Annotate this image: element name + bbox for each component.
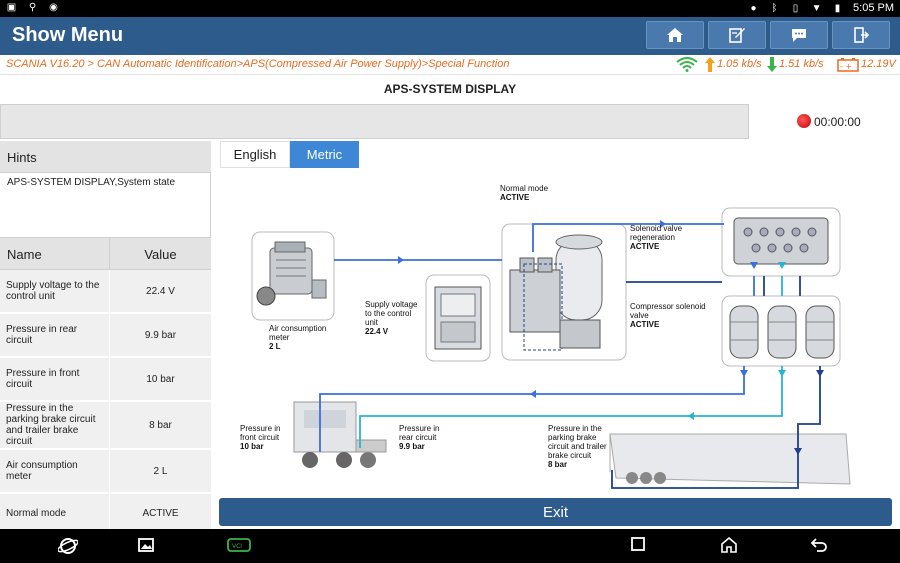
wifi-signal-icon (676, 57, 698, 72)
browser-icon[interactable] (58, 536, 78, 556)
feedback-button[interactable] (770, 21, 828, 49)
hints-text: APS-SYSTEM DISPLAY,System state (7, 177, 176, 188)
air-tanks-icon (729, 305, 835, 359)
truck-icon (293, 401, 387, 468)
upload-arrow-icon (705, 57, 715, 72)
air-meter-label: Air consumption meter 2 L (269, 324, 327, 351)
data-table: Supply voltage to the control unit 22.4 … (0, 270, 211, 534)
status-bar: ▣ ⚲ ◉ ● ᛒ ▯ ▼ ▮ 5:05 PM (0, 0, 900, 17)
row-name: Pressure in rear circuit (0, 314, 110, 356)
svg-text:VCI: VCI (232, 543, 242, 550)
gallery-icon: ▣ (6, 2, 17, 13)
row-value: 9.9 bar (144, 329, 177, 341)
recent-apps-icon[interactable] (630, 536, 646, 552)
hints-header: Hints (0, 141, 211, 173)
breadcrumb: SCANIA V16.20 > CAN Automatic Identifica… (6, 58, 510, 70)
english-unit-button[interactable]: English (220, 141, 290, 168)
row-value: 10 bar (146, 373, 175, 385)
gallery-nav-icon[interactable] (137, 536, 155, 554)
android-nav-bar: VCI (0, 529, 900, 563)
control-unit-icon (434, 286, 482, 350)
usb-icon: ⚲ (28, 2, 37, 13)
front-circuit-label: Pressure in front circuit 10 bar (240, 424, 281, 451)
solenoid-regen-label: Solenoid valve regeneration ACTIVE (630, 224, 683, 251)
table-row[interactable]: Air consumption meter 2 L (0, 450, 211, 494)
exit-icon (854, 27, 870, 43)
row-name: Normal mode (0, 494, 110, 532)
battery-icon: ▮ (834, 2, 841, 14)
row-name: Pressure in front circuit (0, 358, 110, 400)
exit-app-button[interactable] (832, 21, 890, 49)
table-header: Name Value (0, 237, 211, 270)
row-value: ACTIVE (142, 507, 179, 519)
download-arrow-icon (767, 57, 777, 72)
vci-icon[interactable]: VCI (226, 536, 252, 554)
parking-circuit-label: Pressure in the parking brake circuit an… (548, 424, 607, 469)
home-nav-icon[interactable] (720, 536, 738, 554)
report-button[interactable] (708, 21, 766, 49)
metric-unit-button[interactable]: Metric (290, 141, 359, 168)
battery-voltage-icon: - + (837, 58, 859, 72)
row-value: 8 bar (149, 419, 172, 431)
record-button[interactable] (797, 114, 811, 128)
col-value-header: Value (144, 247, 177, 262)
back-icon[interactable] (810, 536, 828, 554)
record-timer: 00:00:00 (814, 115, 861, 129)
row-name: Supply voltage to the control unit (0, 270, 110, 312)
breadcrumb-bar: SCANIA V16.20 > CAN Automatic Identifica… (0, 55, 900, 75)
info-bar (0, 104, 749, 139)
chat-icon (792, 29, 806, 42)
exit-button[interactable]: Exit (219, 498, 892, 526)
page-title: APS-SYSTEM DISPLAY (383, 82, 517, 96)
app-icon: ◉ (49, 2, 58, 13)
svg-text:- +: - + (840, 62, 852, 71)
edit-icon (729, 28, 745, 43)
location-icon: ● (750, 2, 757, 14)
table-row[interactable]: Pressure in front circuit 10 bar (0, 358, 211, 402)
vibrate-icon: ▯ (792, 2, 799, 14)
row-name: Pressure in the parking brake circuit an… (0, 402, 110, 448)
row-value: 22.4 V (146, 285, 175, 297)
home-icon (667, 28, 683, 42)
rear-circuit-label: Pressure in rear circuit 9.9 bar (399, 424, 440, 451)
left-panel: Hints APS-SYSTEM DISPLAY,System state Na… (0, 141, 211, 534)
clock: 5:05 PM (853, 2, 894, 14)
battery-voltage: 12.19V (861, 58, 896, 70)
table-row[interactable]: Supply voltage to the control unit 22.4 … (0, 270, 211, 314)
normal-mode-label: Normal mode ACTIVE (500, 184, 549, 202)
bluetooth-icon: ᛒ (771, 2, 778, 14)
col-name-header: Name (0, 238, 110, 269)
home-button[interactable] (646, 21, 704, 49)
upload-speed: 1.05 kb/s (717, 58, 762, 70)
aps-diagram: Normal mode ACTIVE Solenoid valve regener… (220, 172, 890, 492)
row-value: 2 L (153, 465, 168, 477)
table-row[interactable]: Pressure in the parking brake circuit an… (0, 402, 211, 450)
supply-voltage-label: Supply voltage to the control unit 22.4 V (365, 300, 418, 336)
table-row[interactable]: Pressure in rear circuit 9.9 bar (0, 314, 211, 358)
unit-toggle: English Metric (220, 141, 359, 168)
trailer-icon (609, 433, 851, 485)
row-name: Air consumption meter (0, 450, 110, 492)
compressor-solenoid-label: Compressor solenoid valve ACTIVE (630, 302, 706, 329)
wifi-icon: ▼ (811, 2, 822, 14)
valve-block-icon (733, 217, 829, 265)
download-speed: 1.51 kb/s (779, 58, 824, 70)
table-row[interactable]: Normal mode ACTIVE (0, 494, 211, 534)
page-header-title: Show Menu (12, 24, 124, 46)
app-header: Show Menu (0, 17, 900, 55)
